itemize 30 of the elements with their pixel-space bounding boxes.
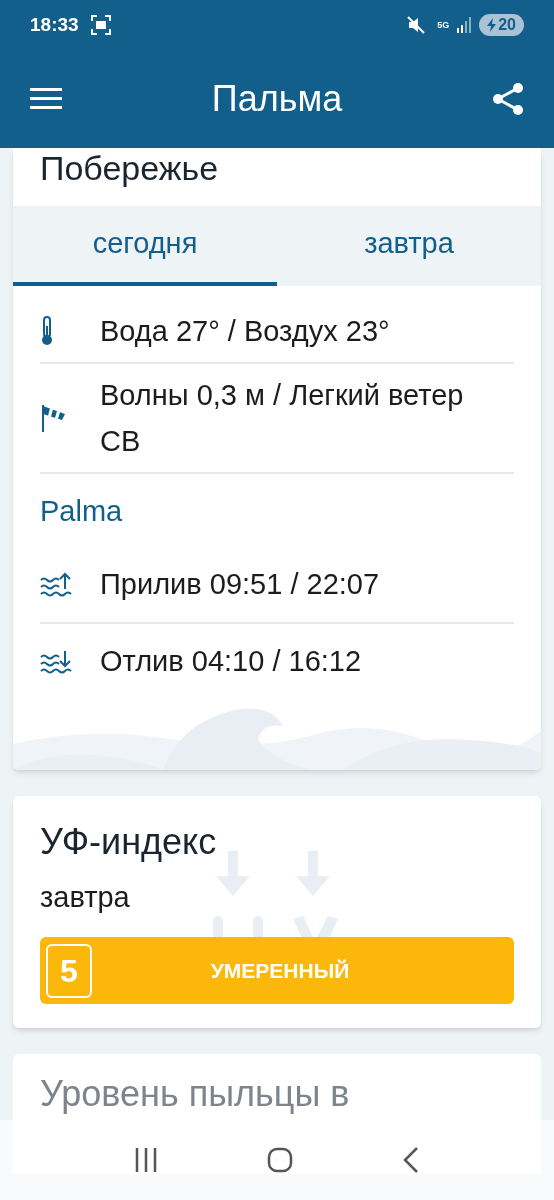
tide-text: Отлив 04:10 / 16:12	[100, 643, 363, 679]
share-icon[interactable]	[492, 83, 524, 115]
home-icon[interactable]	[267, 1147, 293, 1173]
thermometer-icon	[40, 316, 54, 346]
status-time: 18:33	[30, 12, 79, 37]
screenshot-icon	[90, 15, 111, 35]
tide-station: Palma	[40, 494, 124, 529]
tide-falling-icon	[40, 648, 72, 675]
charging-icon	[487, 18, 497, 32]
windsock-icon	[40, 403, 68, 433]
signal-icon	[457, 17, 472, 33]
tide-rising-icon	[40, 571, 72, 598]
card-title: Побережье	[40, 148, 220, 188]
card-title: УФ-индекс	[40, 819, 218, 864]
condition-text: Волны 0,3 м / Легкий ветер СВ	[100, 378, 465, 459]
back-icon[interactable]	[401, 1146, 420, 1174]
app-title: Пальма	[210, 77, 344, 121]
battery-indicator: 20	[479, 14, 524, 36]
day-tab[interactable]: завтра	[277, 206, 541, 286]
network-label: 5G	[437, 20, 450, 30]
uv-label: УМЕРЕННЫЙ	[209, 957, 351, 984]
condition-text: Вода 27° / Воздух 23°	[100, 314, 391, 349]
menu-icon[interactable]	[30, 87, 62, 111]
tide-text: Прилив 09:51 / 22:07	[100, 566, 381, 602]
uv-value: 5	[46, 943, 92, 998]
recent-apps-icon[interactable]	[134, 1147, 159, 1173]
mute-icon	[407, 16, 426, 34]
uv-day: завтра	[40, 875, 514, 919]
card-title: Уровень пыльцы в	[40, 1074, 350, 1114]
day-tab[interactable]: сегодня	[13, 206, 277, 286]
